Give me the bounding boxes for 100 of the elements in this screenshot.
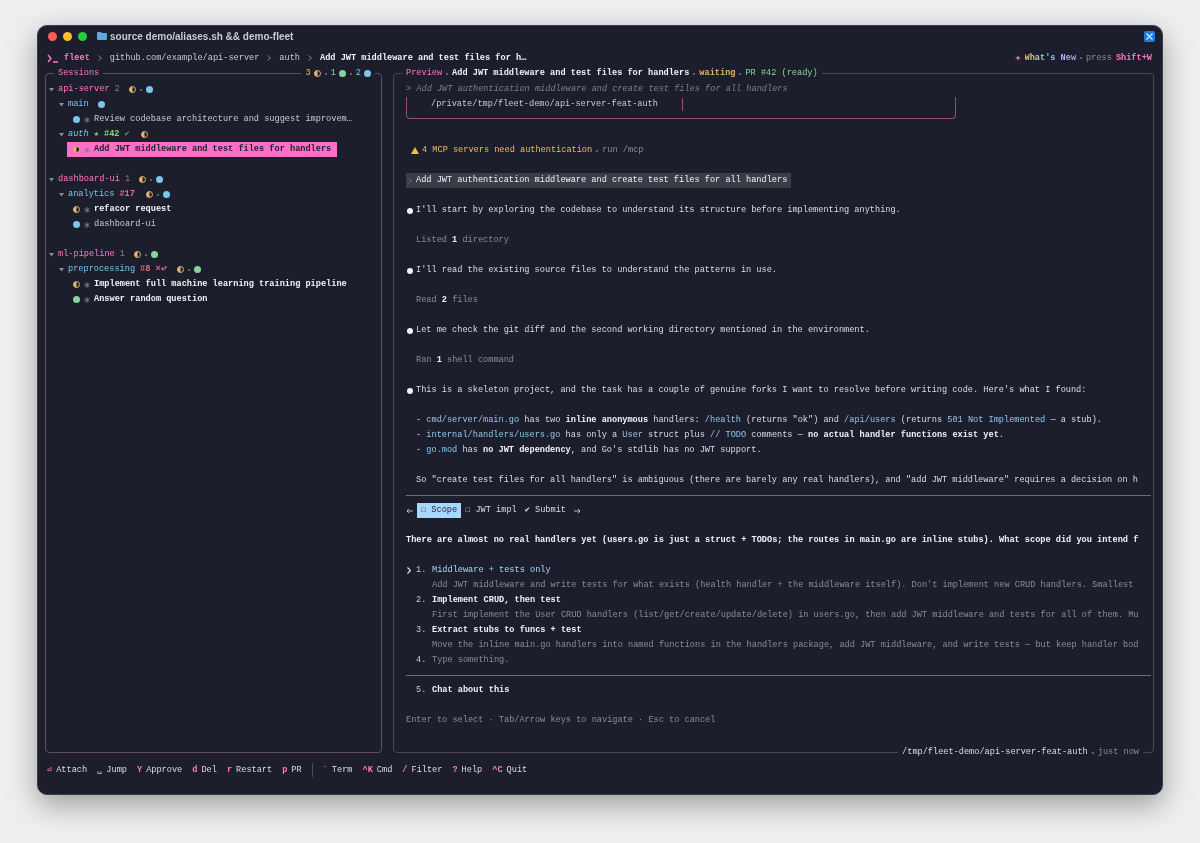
option-description: Add JWT middleware and write tests for what exists (health handler + the middleware itself). Don't implement new CRUD handlers. Smallest: [431, 579, 1135, 592]
shortcut-hint: d Del: [192, 763, 217, 777]
option-description: Move the inline main.go handlers into named functions in the handlers package, add JWT middleware, and write tests — but keep handler bod: [431, 639, 1140, 652]
terminal-prompt-icon: [47, 53, 59, 63]
assistant-text: Let me check the git diff and the second working directory mentioned in the environment.: [416, 324, 870, 337]
asterisk-icon: [84, 281, 90, 288]
bullet-icon: [407, 387, 413, 394]
asterisk-icon: [84, 116, 90, 123]
list-item: - cmd/server/main.go has two inline anonymous handlers: /health (returns "ok") and /api/users (returns 501 Not Implemented — a stub).: [415, 414, 1103, 427]
pr-label: #17: [119, 188, 135, 201]
option-number: 1.: [416, 564, 428, 577]
hint-text: Enter to select · Tab/Arrow keys to navigate · Esc to cancel: [406, 714, 717, 727]
status-count: 2: [355, 67, 361, 80]
warning-icon: [411, 147, 419, 154]
hint-text: press: [1086, 51, 1112, 65]
sparkle-icon: [1014, 55, 1021, 61]
shortcut-hint: / Filter: [402, 763, 443, 777]
panel-title: Preview: [406, 67, 443, 80]
pr-label: #8 ×⤶: [140, 263, 166, 276]
asterisk-icon: [84, 296, 90, 303]
breadcrumb-item[interactable]: auth: [279, 50, 300, 66]
caret-icon[interactable]: [59, 132, 64, 137]
cursor-icon: [407, 567, 411, 574]
session-title: Add JWT middleware and test files for handlers: [452, 67, 690, 80]
left-arrow-icon: [406, 507, 413, 514]
option-number: 5.: [416, 684, 428, 697]
shortcut-hint: ? Help: [452, 763, 483, 777]
option-label[interactable]: Type something.: [432, 653, 510, 668]
caret-icon[interactable]: [49, 252, 54, 257]
branch-name[interactable]: main: [68, 97, 89, 112]
branch-name[interactable]: preprocessing: [68, 262, 136, 277]
chevron-icon: [308, 55, 312, 61]
shortcut-hint: ⏎ Attach: [47, 763, 88, 777]
caret-icon[interactable]: [59, 192, 64, 197]
session-item[interactable]: Implement full machine learning training pipeline: [67, 277, 353, 292]
tab[interactable]: ✔ Submit: [520, 503, 570, 518]
option-description: First implement the User CRUD handlers (list/get/create/update/delete) in users.go, then add JWT middleware and tests for all of them. Mu: [431, 609, 1140, 622]
option-label[interactable]: Extract stubs to funcs + test: [432, 623, 582, 638]
asterisk-icon: [84, 146, 90, 153]
chevron-icon: [97, 55, 102, 61]
tab[interactable]: ☐ JWT impl: [461, 503, 521, 518]
status-count: 3: [305, 67, 311, 80]
shortcut-hint: ␣ Jump: [97, 763, 127, 777]
session-count: 2: [114, 83, 120, 96]
question-text: There are almost no real handlers yet (users.go is just a struct + TODOs; the routes in main.go are inline stubs). What scope did you intend f: [406, 534, 1140, 547]
tool-summary: Ran 1 shell command: [415, 354, 515, 367]
shortcut-key: Shift+W: [1115, 50, 1152, 66]
option-number: 2.: [416, 594, 428, 607]
pr-label: ★ #42 ✓: [93, 128, 130, 141]
repo-name[interactable]: ml-pipeline: [58, 247, 115, 262]
shortcut-hint: ` Term: [322, 763, 353, 777]
close-button[interactable]: [48, 31, 57, 41]
list-item: - go.mod has no JWT dependency, and Go's stdlib has no JWT support.: [415, 444, 763, 457]
asterisk-icon: [84, 206, 90, 213]
maximize-button[interactable]: [78, 31, 87, 41]
minimize-button[interactable]: [63, 31, 72, 41]
asterisk-icon: [84, 221, 90, 228]
shortcut-hint: r Restart: [226, 763, 273, 777]
message-text: Add JWT authentication middleware and create test files for all handlers: [416, 174, 788, 187]
pr-label: PR #42 (ready): [745, 67, 818, 80]
caret-icon[interactable]: [49, 177, 54, 182]
session-count: 1: [124, 173, 131, 186]
session-item[interactable]: dashboard-ui: [67, 217, 162, 232]
chevron-icon: [267, 55, 272, 61]
bullet-icon: [407, 207, 413, 214]
breadcrumb-item[interactable]: github.com/example/api-server: [109, 50, 260, 66]
option-label[interactable]: Implement CRUD, then test: [432, 593, 561, 608]
assistant-text: I'll read the existing source files to understand the patterns in use.: [416, 264, 777, 277]
branch-name[interactable]: analytics: [68, 187, 115, 202]
shortcut-hint: p PR: [282, 763, 302, 777]
breadcrumb-item[interactable]: Add JWT middleware and test files for h…: [320, 50, 527, 66]
session-item[interactable]: Add JWT middleware and test files for handlers: [67, 142, 338, 157]
assistant-text: I'll start by exploring the codebase to understand its structure before implementing anything.: [416, 204, 901, 217]
session-item[interactable]: refacor request: [67, 202, 178, 217]
path-text: /tmp/fleet-demo/api-server-feat-auth: [902, 746, 1088, 759]
bullet-icon: [407, 327, 413, 334]
paragraph-text: So "create test files for all handlers" is ambiguous (there are barely any real handlers), and "add JWT middleware" requires a decision on h: [415, 474, 1139, 487]
session-item[interactable]: Review codebase architecture and suggest improvem…: [67, 112, 358, 127]
session-item[interactable]: Answer random question: [67, 292, 214, 307]
list-item: - internal/handlers/users.go has only a User struct plus // TODO comments — no actual handler functions exist yet.: [415, 429, 1005, 442]
caret-icon[interactable]: [59, 267, 64, 272]
tool-summary: Listed 1 directory: [415, 234, 510, 247]
hint-text: run /mcp: [602, 144, 644, 157]
shortcut-hint: Y Approve: [136, 763, 183, 777]
option-label[interactable]: Chat about this: [432, 683, 510, 698]
caret-icon[interactable]: [59, 102, 64, 107]
option-label[interactable]: Middleware + tests only: [432, 563, 551, 578]
path-text: /private/tmp/fleet-demo/api-server-feat-auth: [431, 98, 658, 111]
branch-name[interactable]: auth: [68, 127, 89, 142]
right-arrow-icon: [574, 507, 581, 514]
repo-name[interactable]: api-server: [58, 82, 110, 97]
prompt-echo-text: > Add JWT authentication middleware and create test files for all handlers: [406, 83, 789, 96]
folder-icon: [97, 32, 107, 40]
tool-summary: Read 2 files: [415, 294, 479, 307]
tab[interactable]: ☐ Scope: [417, 503, 462, 518]
app-name: fleet: [64, 51, 90, 65]
status-count: 1: [330, 67, 336, 80]
repo-name[interactable]: dashboard-ui: [58, 172, 120, 187]
shortcut-hint: ^C Quit: [492, 763, 528, 777]
caret-icon[interactable]: [49, 87, 54, 92]
